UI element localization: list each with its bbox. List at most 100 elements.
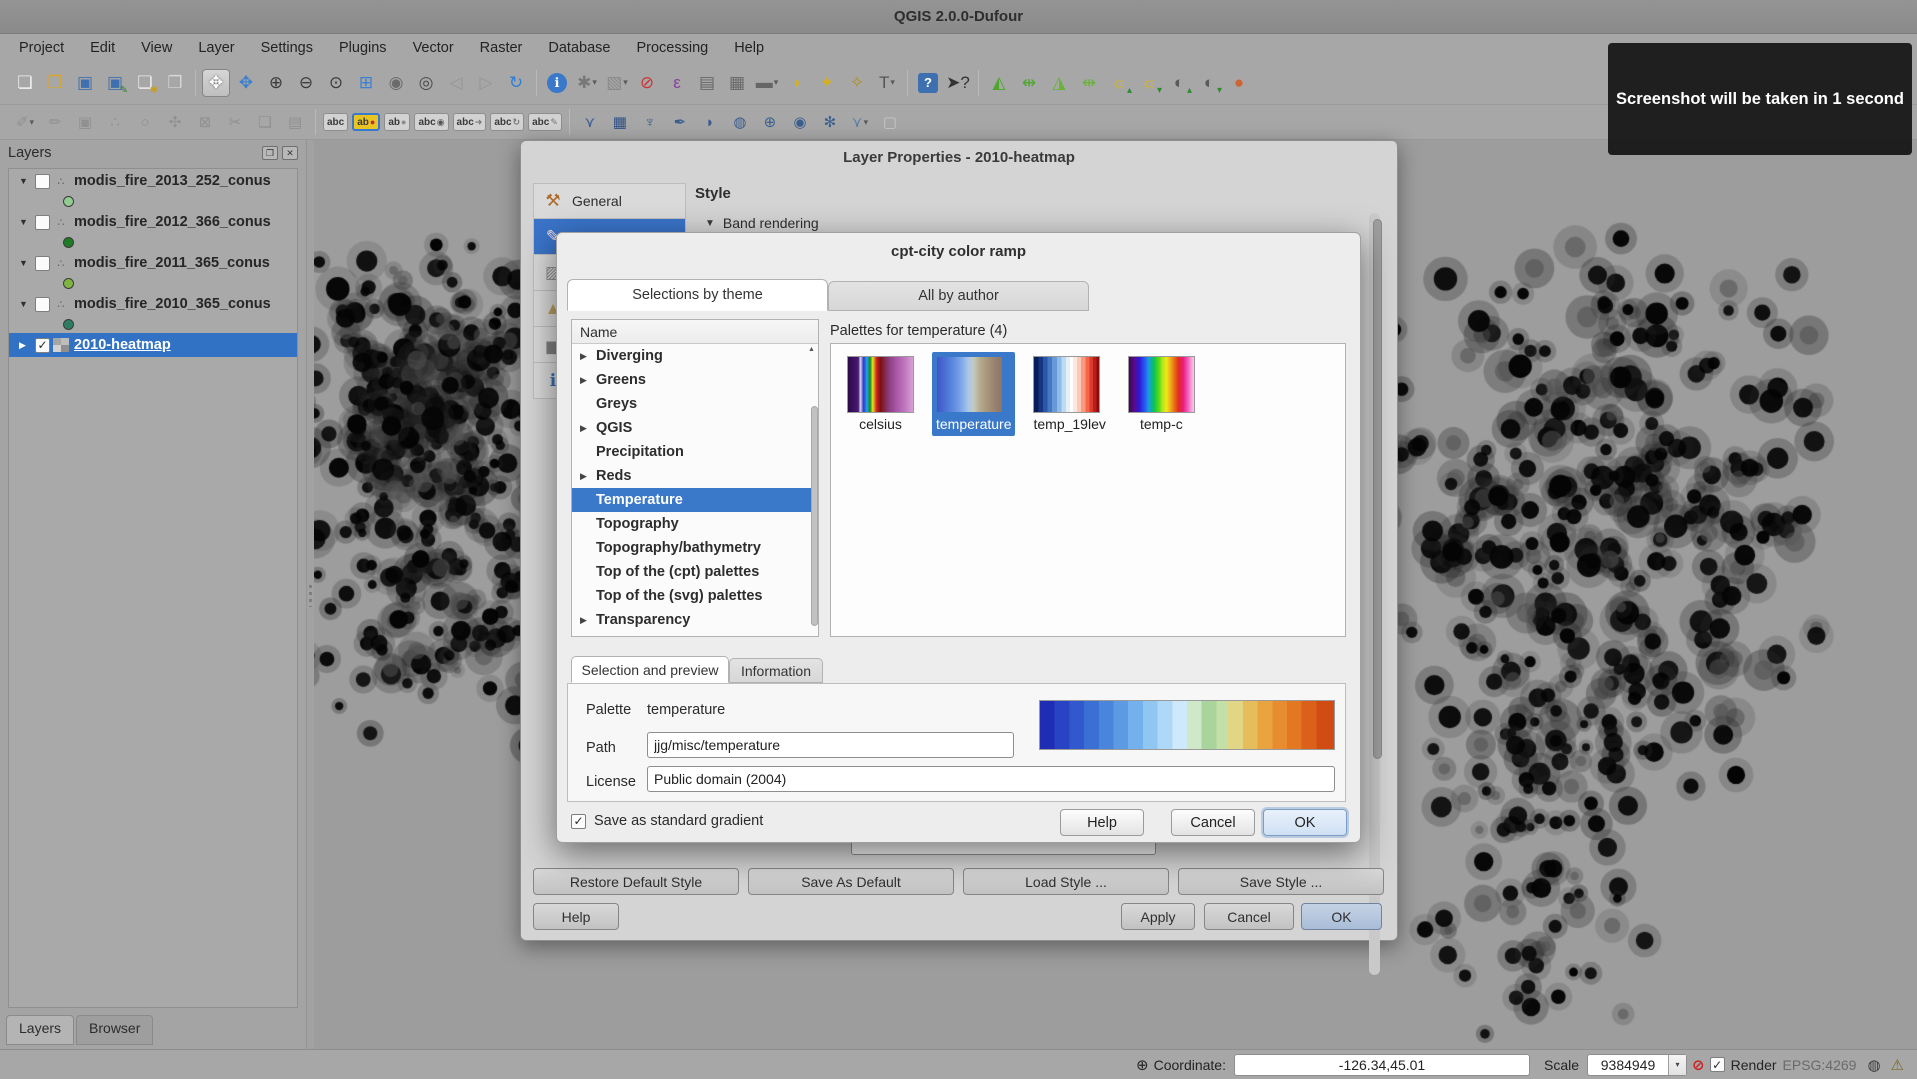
render-checkbox[interactable]: ✓ bbox=[1710, 1057, 1725, 1072]
tree-header-name[interactable]: Name bbox=[572, 320, 818, 344]
tree-item-greens[interactable]: ▶Greens bbox=[572, 368, 818, 392]
tree-item-diverging[interactable]: ▶Diverging bbox=[572, 344, 818, 368]
palette-temp_19lev[interactable]: temp_19lev bbox=[1029, 352, 1109, 436]
crs-globe-icon[interactable]: ◍ bbox=[1867, 1056, 1880, 1074]
palette-swatch[interactable] bbox=[1128, 356, 1195, 413]
layer-visibility-checkbox[interactable]: ✓ bbox=[35, 297, 50, 312]
measure-icon[interactable]: ▬▾ bbox=[753, 69, 781, 97]
map-tips-icon[interactable]: ◗ bbox=[783, 69, 811, 97]
contrast-increase-icon[interactable]: ◐▴ bbox=[1165, 69, 1193, 97]
palette-temperature[interactable]: temperature bbox=[932, 352, 1015, 436]
raster-calculator-icon[interactable]: ▦ bbox=[606, 108, 634, 136]
palette-celsius[interactable]: celsius bbox=[843, 352, 918, 436]
log-messages-warning-icon[interactable]: ⚠ bbox=[1891, 1056, 1904, 1074]
label-hold-icon[interactable]: ab● bbox=[384, 113, 410, 131]
palette-swatch[interactable] bbox=[847, 356, 914, 413]
layer-item-selected[interactable]: ▶✓2010-heatmap bbox=[9, 333, 297, 357]
layer-name[interactable]: modis_fire_2012_366_conus bbox=[74, 214, 271, 230]
menu-help[interactable]: Help bbox=[721, 37, 777, 59]
node-tool-icon[interactable]: ✣ bbox=[161, 108, 189, 136]
new-composer-icon[interactable]: ❏✱ bbox=[131, 69, 159, 97]
move-feature-icon[interactable]: ○ bbox=[131, 108, 159, 136]
feature-action-icon[interactable]: ✱▾ bbox=[573, 69, 601, 97]
tab-browser[interactable]: Browser bbox=[76, 1015, 153, 1045]
current-edits-icon[interactable]: ✐▾ bbox=[11, 108, 39, 136]
collapse-arrow-icon[interactable]: ▼ bbox=[705, 218, 715, 229]
tab-information[interactable]: Information bbox=[729, 658, 823, 683]
expander-icon[interactable]: ▶ bbox=[580, 615, 594, 626]
save-gradient-option[interactable]: ✓ Save as standard gradient bbox=[571, 813, 763, 829]
copy-features-icon[interactable]: ❏ bbox=[251, 108, 279, 136]
attribute-table-icon[interactable]: ▤ bbox=[693, 69, 721, 97]
tree-item-transparency[interactable]: ▶Transparency bbox=[572, 608, 818, 632]
palette-temp-c[interactable]: temp-c bbox=[1124, 352, 1199, 436]
coordinate-capture-status-icon[interactable]: ⊕ bbox=[1136, 1056, 1149, 1074]
new-bookmark-icon[interactable]: ✦ bbox=[813, 69, 841, 97]
expander-icon[interactable]: ▶ bbox=[19, 340, 35, 351]
brightness-decrease-icon[interactable]: ☼▾ bbox=[1135, 69, 1163, 97]
layer-name[interactable]: modis_fire_2010_365_conus bbox=[74, 296, 271, 312]
topology-checker-icon[interactable]: ⋎ bbox=[576, 108, 604, 136]
cpt-help-button[interactable]: Help bbox=[1060, 809, 1144, 836]
layer-item[interactable]: ▼✓∴modis_fire_2011_365_conus bbox=[9, 251, 297, 292]
expander-icon[interactable]: ▶ bbox=[580, 351, 594, 362]
panel-close-icon[interactable]: ✕ bbox=[282, 146, 298, 160]
menu-settings[interactable]: Settings bbox=[248, 37, 326, 59]
contrast-decrease-icon[interactable]: ◐▾ bbox=[1195, 69, 1223, 97]
deselect-icon[interactable]: ⊘ bbox=[633, 69, 661, 97]
help-contents-icon[interactable]: ? bbox=[914, 69, 942, 97]
tab-selections-by-theme[interactable]: Selections by theme bbox=[567, 279, 828, 311]
save-layer-edits-icon[interactable]: ▣ bbox=[71, 108, 99, 136]
label-move-icon[interactable]: abc➜ bbox=[453, 113, 487, 131]
georeferencer-icon[interactable]: ◉ bbox=[786, 108, 814, 136]
label-rotate-icon[interactable]: abc↻ bbox=[490, 113, 524, 131]
touch-icon[interactable]: ● bbox=[1225, 69, 1253, 97]
label-pin-icon[interactable]: ab● bbox=[352, 113, 380, 131]
menu-layer[interactable]: Layer bbox=[185, 37, 247, 59]
stop-render-icon[interactable]: ⊘ bbox=[1692, 1056, 1705, 1074]
layer-visibility-checkbox[interactable]: ✓ bbox=[35, 174, 50, 189]
menu-raster[interactable]: Raster bbox=[467, 37, 536, 59]
scroll-up-icon[interactable]: ▲ bbox=[807, 346, 816, 353]
tab-all-by-author[interactable]: All by author bbox=[828, 281, 1089, 311]
band-rendering-group[interactable]: ▼ Band rendering bbox=[705, 215, 819, 231]
menu-plugins[interactable]: Plugins bbox=[326, 37, 400, 59]
zoom-out-icon[interactable]: ⊖ bbox=[292, 69, 320, 97]
cut-features-icon[interactable]: ✂ bbox=[221, 108, 249, 136]
license-input[interactable] bbox=[647, 766, 1335, 792]
palette-swatch[interactable] bbox=[1033, 356, 1100, 413]
lp-help-button[interactable]: Help bbox=[533, 903, 619, 930]
spatial-query-icon[interactable]: ✒ bbox=[666, 108, 694, 136]
globe-plugin-icon[interactable]: ◍ bbox=[726, 108, 754, 136]
save-as-default-button[interactable]: Save As Default bbox=[748, 868, 954, 895]
tree-item-greys[interactable]: Greys bbox=[572, 392, 818, 416]
local-histogram-stretch-icon[interactable]: ◭ bbox=[985, 69, 1013, 97]
pan-map-icon[interactable]: ✥ bbox=[202, 69, 230, 97]
text-annotation-icon[interactable]: T▾ bbox=[873, 69, 901, 97]
select-expression-icon[interactable]: ε bbox=[663, 69, 691, 97]
path-input[interactable] bbox=[647, 732, 1014, 758]
panel-float-icon[interactable]: ❐ bbox=[262, 146, 278, 160]
identify-icon[interactable]: ℹ bbox=[543, 69, 571, 97]
zoom-native-icon[interactable]: ⊙ bbox=[322, 69, 350, 97]
tree-item-temperature[interactable]: Temperature bbox=[572, 488, 818, 512]
layer-visibility-checkbox[interactable]: ✓ bbox=[35, 215, 50, 230]
show-bookmarks-icon[interactable]: ✧ bbox=[843, 69, 871, 97]
zoom-in-icon[interactable]: ⊕ bbox=[262, 69, 290, 97]
new-project-icon[interactable]: ❏ bbox=[11, 69, 39, 97]
lp-ok-button[interactable]: OK bbox=[1301, 903, 1382, 930]
full-cumulative-stretch-icon[interactable]: ⇹ bbox=[1075, 69, 1103, 97]
grass-tools-icon[interactable]: ♆ bbox=[636, 108, 664, 136]
layer-item[interactable]: ▼✓∴modis_fire_2012_366_conus bbox=[9, 210, 297, 251]
save-project-icon[interactable]: ▣ bbox=[71, 69, 99, 97]
zoom-to-selection-icon[interactable]: ◉ bbox=[382, 69, 410, 97]
load-style-button[interactable]: Load Style ... bbox=[963, 868, 1169, 895]
coordinate-input[interactable] bbox=[1234, 1054, 1530, 1076]
expander-icon[interactable]: ▼ bbox=[19, 217, 35, 227]
tree-item-qgis[interactable]: ▶QGIS bbox=[572, 416, 818, 440]
add-feature-icon[interactable]: ∴ bbox=[101, 108, 129, 136]
vertical-scrollbar[interactable] bbox=[1369, 213, 1380, 975]
save-project-as-icon[interactable]: ▣✎ bbox=[101, 69, 129, 97]
menu-vector[interactable]: Vector bbox=[400, 37, 467, 59]
layer-visibility-checkbox[interactable]: ✓ bbox=[35, 338, 50, 353]
